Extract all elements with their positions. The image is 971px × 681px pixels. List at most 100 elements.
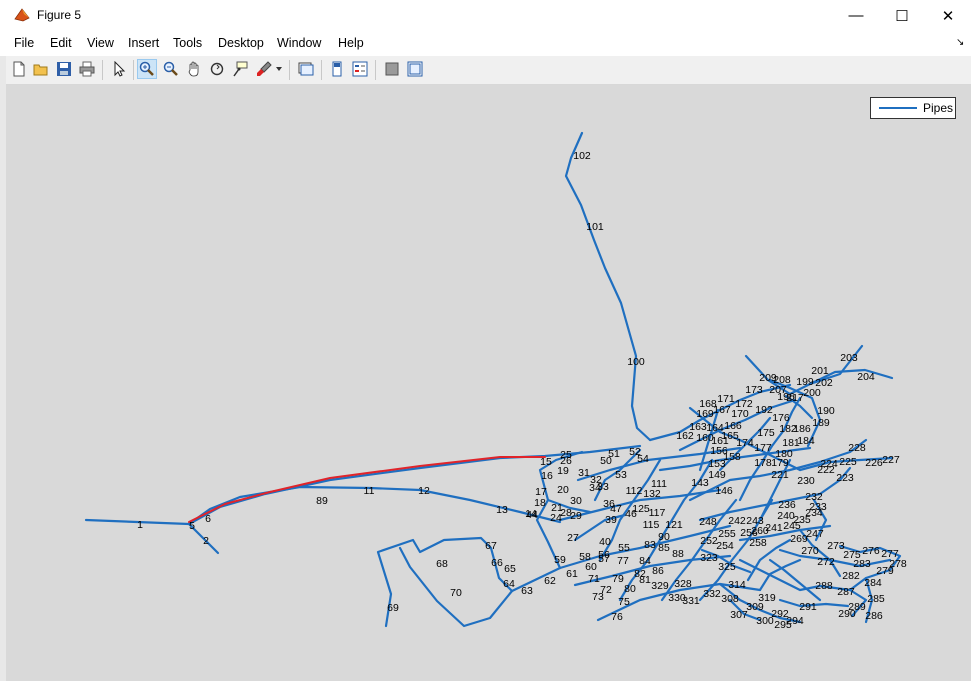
node-label: 282 [842,570,860,582]
node-label: 308 [721,593,739,605]
node-label: 62 [544,575,556,587]
open-file-icon[interactable] [31,59,51,79]
node-label: 163 [689,421,707,433]
data-cursor-icon[interactable] [230,59,250,79]
menu-file[interactable]: File [14,36,34,50]
dock-arrow-icon[interactable]: ↘ [956,37,964,48]
node-label: 101 [586,221,604,233]
menu-view[interactable]: View [87,36,114,50]
node-label: 64 [503,578,515,590]
node-label: 314 [728,579,746,591]
node-label: 173 [745,384,763,396]
node-label: 325 [718,561,736,573]
node-label: 228 [848,442,866,454]
node-label: 13 [496,504,508,516]
figure-canvas[interactable]: 1 2 5 6 89 11 12 13 14 15 16 17 18 19 20 21 24 25 26 27 28 29… [6,85,971,681]
new-figure-icon[interactable] [9,59,29,79]
node-label: 180 [775,448,793,460]
node-label: 6 [205,513,211,525]
menu-window[interactable]: Window [277,36,321,50]
menu-insert[interactable]: Insert [128,36,159,50]
node-label: 291 [799,601,817,613]
zoom-in-icon[interactable] [137,59,157,79]
insert-legend-icon[interactable] [350,59,370,79]
node-label: 85 [658,542,670,554]
node-label: 61 [566,568,578,580]
figure-toolbar [6,56,971,85]
node-label: 70 [450,587,462,599]
node-label: 102 [573,150,591,162]
maximize-button[interactable]: ☐ [879,0,925,31]
node-label: 12 [418,485,430,497]
node-label: 79 [612,573,624,585]
node-label: 143 [691,477,709,489]
node-label: 223 [836,472,854,484]
menu-bar: File Edit View Insert Tools Desktop Wind… [0,31,971,55]
rotate-3d-icon[interactable] [207,59,227,79]
node-label: 115 [643,519,660,531]
node-label: 29 [570,510,582,522]
link-plot-icon[interactable] [296,59,316,79]
node-label: 178 [754,457,772,469]
node-label: 31 [578,467,590,479]
node-label: 295 [774,619,792,631]
menu-tools[interactable]: Tools [173,36,202,50]
node-label: 2 [203,535,209,547]
print-icon[interactable] [77,59,97,79]
node-label: 272 [817,556,835,568]
node-label: 66 [491,557,503,569]
pipe-network-plot[interactable]: 12568911 1213 1415161718192021242526272829… [6,85,971,681]
node-label: 201 [811,365,829,377]
node-label: 332 [703,588,721,600]
node-label: 285 [867,593,885,605]
legend-label: Pipes [923,101,954,115]
node-label: 258 [749,537,767,549]
legend[interactable]: Pipes [870,97,956,119]
node-label: 169 [696,408,714,420]
node-label: 189 [812,417,830,429]
zoom-out-icon[interactable] [161,59,181,79]
node-label: 260 [751,525,769,537]
pan-hand-icon[interactable] [184,59,204,79]
node-label: 11 [364,485,375,497]
node-label: 217 [786,392,804,404]
insert-colorbar-icon[interactable] [327,59,347,79]
node-label: 65 [504,563,516,575]
node-label: 158 [723,451,741,463]
hide-plot-tools-icon[interactable] [382,59,402,79]
node-label: 290 [838,608,856,620]
node-label: 227 [882,454,900,466]
node-label: 177 [754,442,772,454]
node-label: 226 [865,457,883,469]
node-label: 149 [708,469,726,481]
node-label: 175 [757,427,775,439]
menu-edit[interactable]: Edit [50,36,72,50]
node-label: 202 [815,377,833,389]
node-label: 26 [560,455,572,467]
node-label: 40 [599,536,611,548]
matlab-icon [14,8,30,22]
node-label: 166 [724,420,742,432]
brush-icon[interactable] [254,59,274,79]
show-plot-tools-icon[interactable] [405,59,425,79]
node-label: 121 [665,519,683,531]
node-label: 54 [637,453,649,465]
menu-help[interactable]: Help [338,36,364,50]
edit-plot-arrow-icon[interactable] [109,59,129,79]
node-label: 171 [717,393,735,405]
node-label: 254 [716,540,734,552]
node-label: 117 [649,507,666,519]
close-button[interactable]: ✕ [925,0,971,31]
node-label: 287 [837,586,855,598]
node-label: 1 [137,519,143,531]
node-label: 209 [759,372,777,384]
save-icon[interactable] [54,59,74,79]
minimize-button[interactable]: — [833,0,879,31]
node-label: 283 [853,558,871,570]
node-label: 20 [557,484,569,496]
brush-dropdown-icon[interactable] [274,59,284,79]
node-label: 279 [876,565,894,577]
node-label: 47 [610,503,622,515]
menu-desktop[interactable]: Desktop [218,36,264,50]
title-bar: Figure 5 — ☐ ✕ [0,0,971,31]
